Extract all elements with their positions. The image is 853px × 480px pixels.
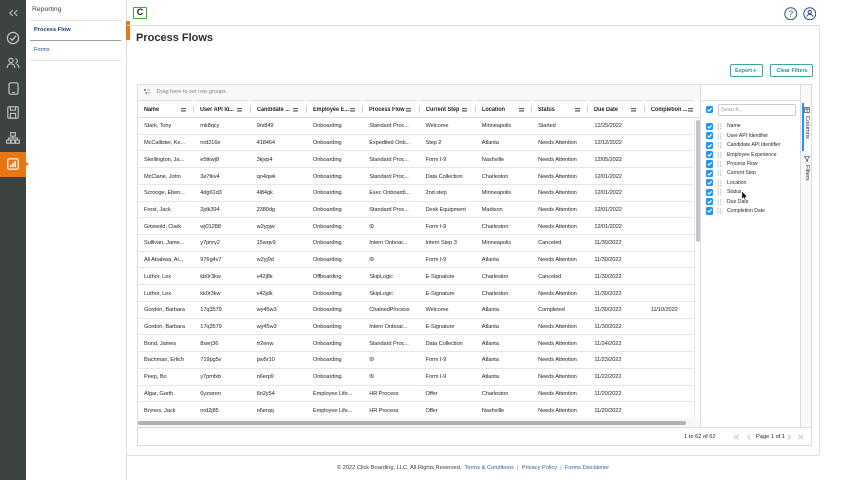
svg-text:?: ? xyxy=(788,9,793,18)
